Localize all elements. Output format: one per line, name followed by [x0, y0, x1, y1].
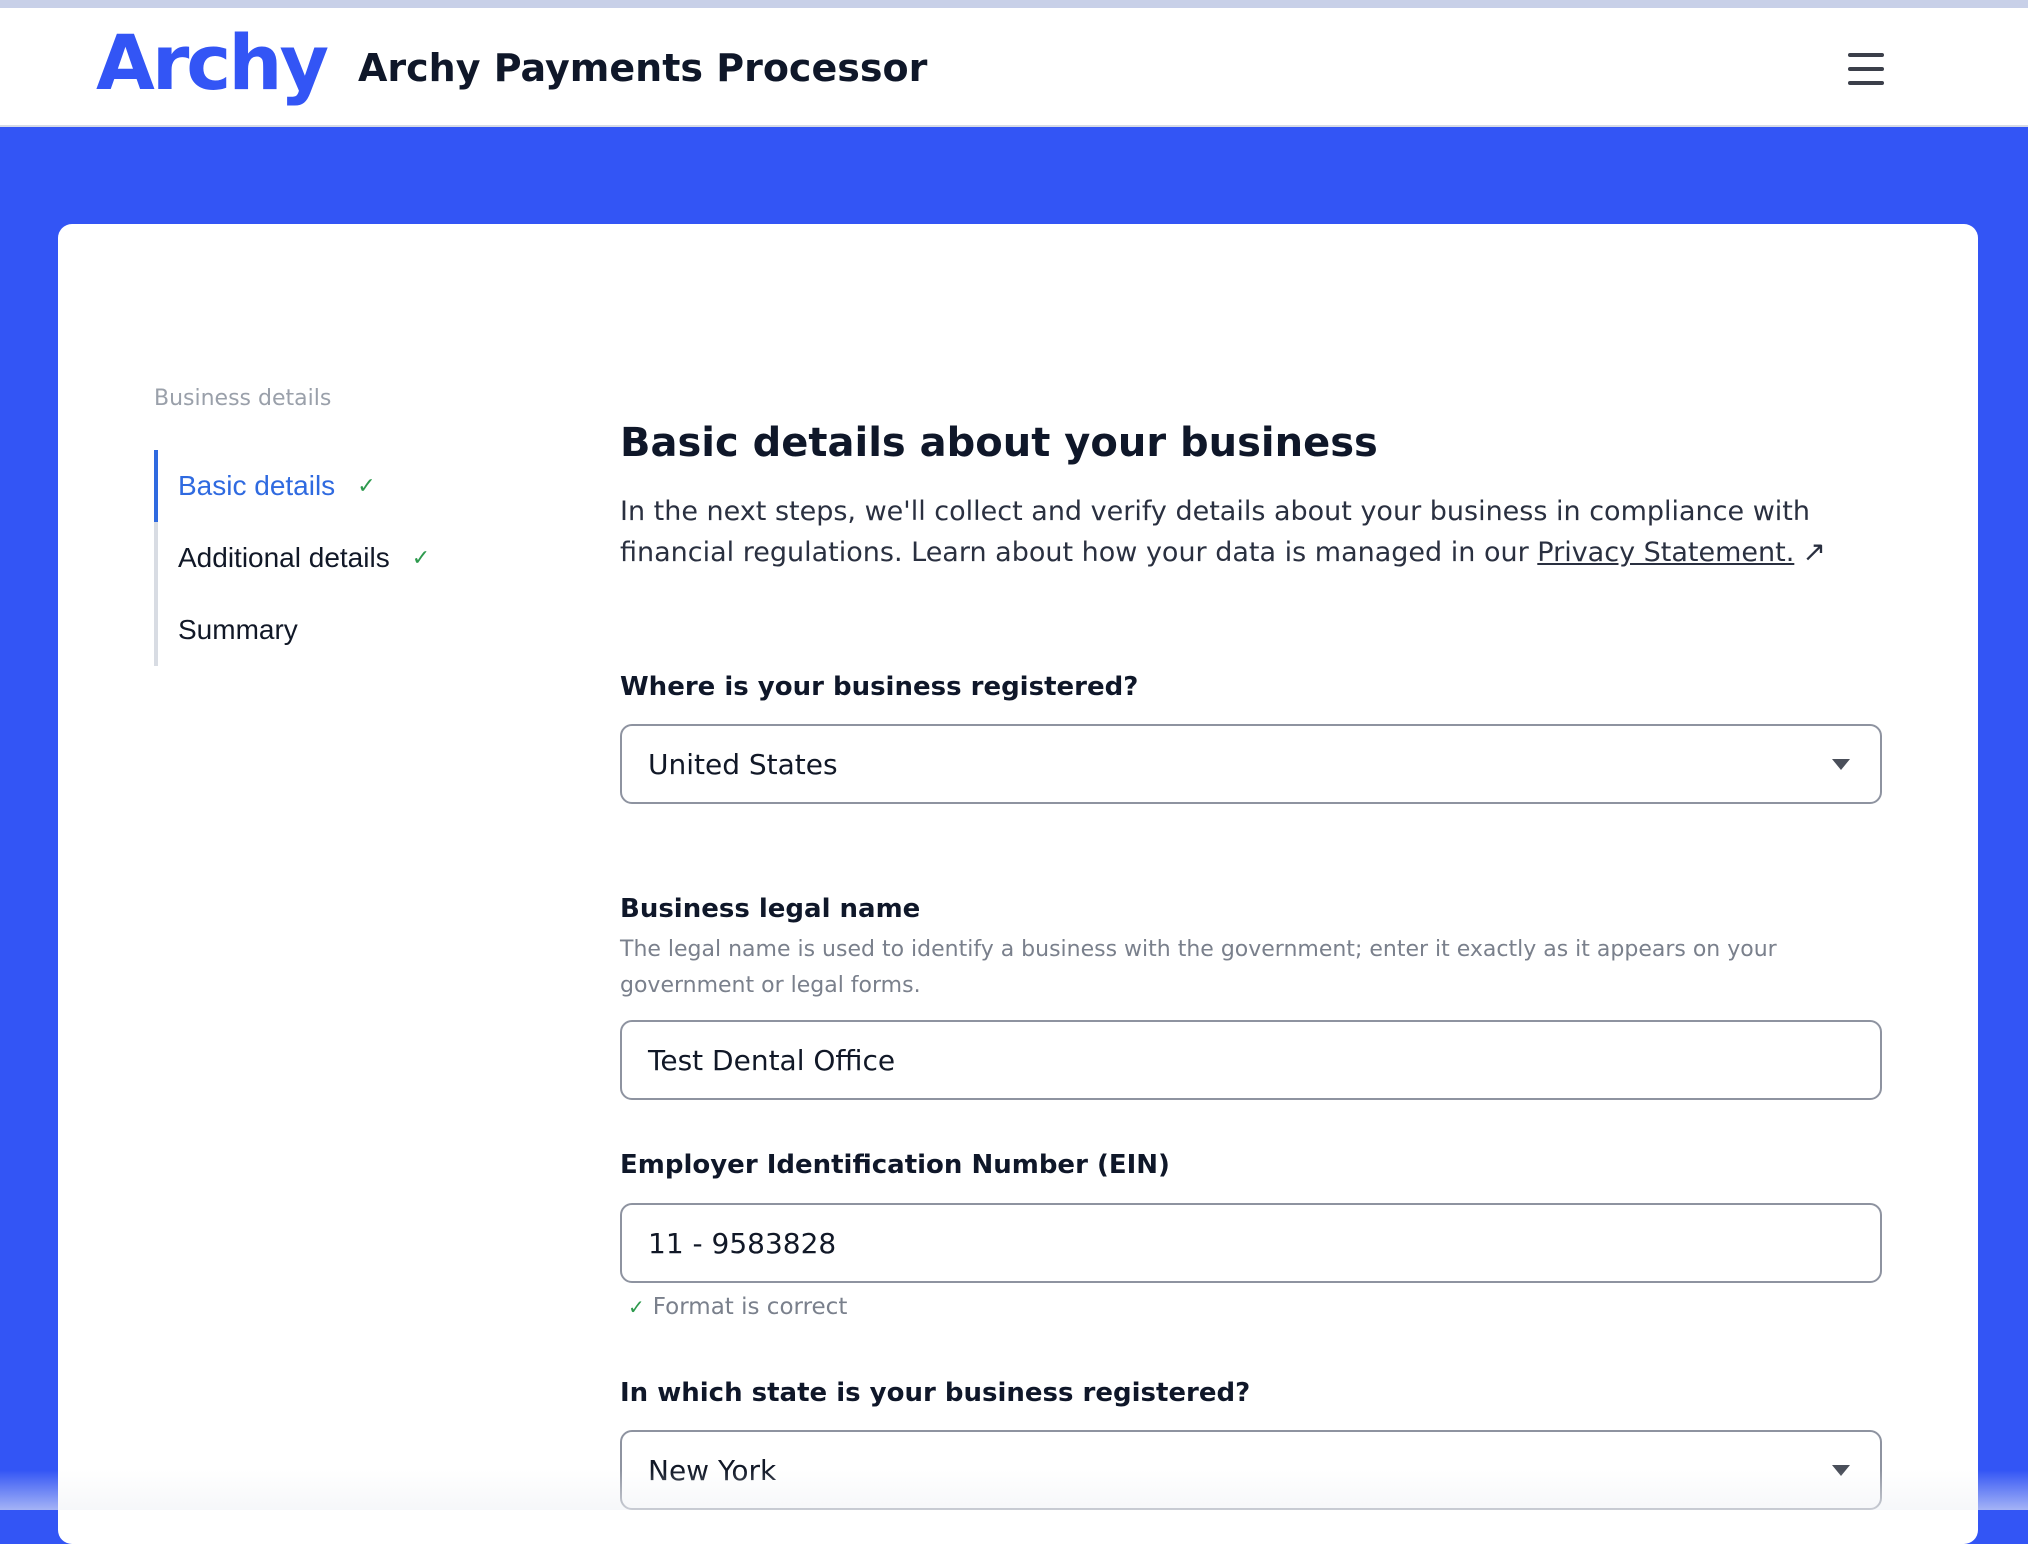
intro-text: In the next steps, we'll collect and ver… [620, 492, 1890, 573]
menu-bar [1848, 81, 1884, 85]
legal-name-label: Business legal name [620, 894, 921, 924]
state-select[interactable]: New York [620, 1430, 1882, 1510]
state-value: New York [648, 1453, 777, 1487]
ein-value: 11 - 9583828 [648, 1226, 837, 1260]
validation-text: Format is correct [652, 1294, 848, 1320]
sidebar-item-summary[interactable]: Summary [154, 594, 494, 666]
legal-name-help: The legal name is used to identify a bus… [620, 937, 1777, 998]
ein-input[interactable]: 11 - 9583828 [620, 1203, 1882, 1283]
caret-down-icon [1832, 1465, 1850, 1476]
ein-validation-message: ✓ Format is correct [628, 1294, 847, 1320]
menu-bar [1848, 67, 1884, 71]
legal-name-value: Test Dental Office [648, 1043, 896, 1077]
checkmark-icon: ✓ [628, 1295, 645, 1319]
country-value: United States [648, 747, 838, 781]
ein-label: Employer Identification Number (EIN) [620, 1150, 1170, 1180]
caret-down-icon [1832, 759, 1850, 770]
sidebar-item-label: Summary [178, 614, 298, 645]
hamburger-menu-icon[interactable] [1838, 44, 1894, 94]
sidebar-item-basic-details[interactable]: Basic details ✓ [154, 450, 494, 522]
country-select[interactable]: United States [620, 724, 1882, 804]
checkmark-icon: ✓ [411, 545, 431, 571]
app-title: Archy Payments Processor [358, 46, 928, 90]
app-header: Archy Archy Payments Processor [0, 8, 2028, 127]
checkmark-icon: ✓ [357, 473, 376, 499]
sidebar-item-label: Basic details [178, 470, 336, 501]
legal-name-input[interactable]: Test Dental Office [620, 1020, 1882, 1100]
privacy-statement-link[interactable]: Privacy Statement. [1537, 537, 1794, 568]
sidebar-item-additional-details[interactable]: Additional details ✓ [154, 522, 494, 594]
browser-top-border [0, 0, 2028, 8]
sidebar-heading: Business details [154, 386, 332, 411]
country-label: Where is your business registered? [620, 672, 1139, 702]
external-link-arrow-icon: ↗ [1802, 535, 1826, 568]
page-title: Basic details about your business [620, 420, 1378, 466]
archy-logo[interactable]: Archy [96, 18, 329, 108]
menu-bar [1848, 53, 1884, 57]
state-label: In which state is your business register… [620, 1378, 1251, 1408]
sidebar-item-label: Additional details [178, 542, 390, 573]
step-navigation: Basic details ✓ Additional details ✓ Sum… [154, 450, 494, 666]
